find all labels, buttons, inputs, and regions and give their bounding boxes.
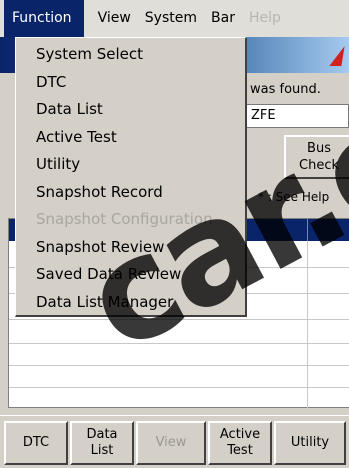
active-test-button[interactable]: Active Test	[208, 421, 272, 465]
menu-item-active-test[interactable]: Active Test	[16, 124, 245, 152]
table-row[interactable]	[9, 365, 349, 366]
bottom-toolbar: DTC Data List View Active Test Utility	[0, 415, 349, 468]
menu-view[interactable]: View	[84, 0, 131, 37]
menu-item-data-list-manager[interactable]: Data List Manager	[16, 289, 245, 317]
menu-system[interactable]: System	[131, 0, 197, 37]
menu-item-data-list[interactable]: Data List	[16, 96, 245, 124]
menu-item-dtc[interactable]: DTC	[16, 69, 245, 97]
menu-help[interactable]: Help	[235, 0, 281, 37]
table-row[interactable]	[9, 343, 349, 344]
menu-bar: Function View System Bar Help	[0, 0, 349, 37]
function-dropdown-menu: System Select DTC Data List Active Test …	[15, 37, 247, 317]
menu-item-snapshot-configuration[interactable]: Snapshot Configuration	[16, 206, 245, 234]
bus-check-button[interactable]: Bus Check	[284, 135, 349, 179]
menu-item-utility[interactable]: Utility	[16, 151, 245, 179]
table-row[interactable]	[9, 319, 349, 320]
scan-tool-screen: Function View System Bar Help was found.…	[0, 0, 349, 468]
dtc-button[interactable]: DTC	[4, 421, 68, 465]
menu-bar-item[interactable]: Bar	[197, 0, 235, 37]
help-note: * : See Help	[258, 190, 330, 204]
table-row[interactable]	[9, 387, 349, 388]
data-list-button[interactable]: Data List	[70, 421, 134, 465]
status-text: was found.	[250, 82, 321, 97]
menu-item-snapshot-record[interactable]: Snapshot Record	[16, 179, 245, 207]
view-button[interactable]: View	[136, 421, 206, 465]
menu-item-saved-data-review[interactable]: Saved Data Review	[16, 261, 245, 289]
menu-function[interactable]: Function	[4, 0, 84, 37]
utility-button[interactable]: Utility	[274, 421, 346, 465]
menu-item-system-select[interactable]: System Select	[16, 41, 245, 69]
vehicle-field: ZFE	[246, 104, 349, 128]
menu-item-snapshot-review[interactable]: Snapshot Review	[16, 234, 245, 262]
header-divider	[307, 219, 308, 241]
